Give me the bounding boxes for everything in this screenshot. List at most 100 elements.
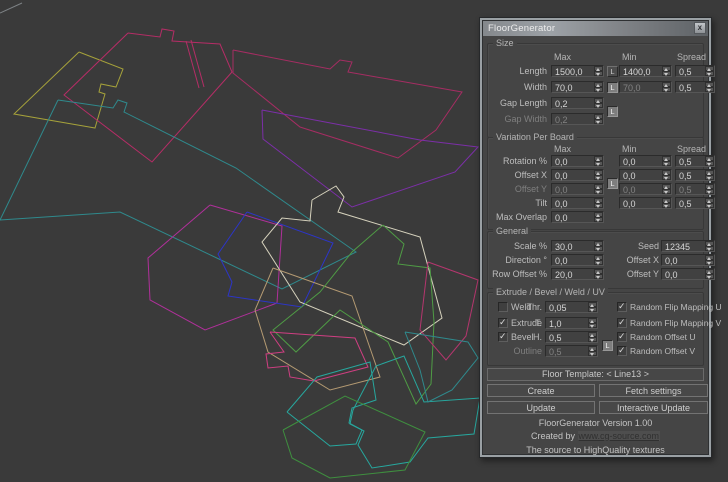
tilt-spread-spinner[interactable]: [705, 198, 714, 208]
update-button[interactable]: Update: [487, 401, 595, 414]
tilt-max-spinner[interactable]: [594, 198, 603, 208]
offset-y-min-field[interactable]: 0,0: [619, 183, 672, 195]
scale-seed-row: Scale % 30,0 Seed 12345: [490, 240, 715, 253]
rotation-min-field[interactable]: 0,0: [619, 155, 672, 167]
scale-field[interactable]: 30,0: [551, 240, 604, 252]
bevel-h-field[interactable]: 0,5: [545, 331, 598, 343]
extrude-t-spinner[interactable]: [588, 318, 597, 328]
spline-wall-a: [185, 40, 200, 89]
direction-value: 0,0: [555, 256, 568, 266]
width-min-value: 70,0: [623, 83, 641, 93]
bevel-h-spinner[interactable]: [588, 332, 597, 342]
length-lock-button[interactable]: L: [607, 66, 618, 77]
offset-x-spread-spinner[interactable]: [705, 170, 714, 180]
offset-y-min-spinner[interactable]: [662, 184, 671, 194]
length-min-field[interactable]: 1400,0: [619, 65, 672, 77]
length-max-spinner[interactable]: [594, 66, 603, 76]
tilt-min-field[interactable]: 0,0: [619, 197, 672, 209]
width-max-spinner[interactable]: [594, 82, 603, 92]
bevel-checkbox[interactable]: ✓: [498, 331, 508, 342]
seed-spinner[interactable]: [705, 241, 714, 251]
rotation-max-spinner[interactable]: [594, 156, 603, 166]
gap-width-spinner[interactable]: [594, 114, 603, 124]
close-icon[interactable]: x: [694, 22, 706, 34]
interactive-update-button[interactable]: Interactive Update: [599, 401, 708, 414]
general-offset-y-spinner[interactable]: [705, 269, 714, 279]
offset-x-min-field[interactable]: 0,0: [619, 169, 672, 181]
width-spread-field[interactable]: 0,5: [675, 81, 715, 93]
weld-threshold-spinner[interactable]: [588, 302, 597, 312]
bevel-h-label: H.: [533, 332, 542, 342]
general-offset-x-field[interactable]: 0,0: [661, 254, 715, 266]
random-flip-v-checkbox[interactable]: ✓: [617, 317, 627, 328]
width-max-field[interactable]: 70,0: [551, 81, 604, 93]
width-lock-button[interactable]: L: [607, 82, 618, 93]
length-spread-field[interactable]: 0,5: [675, 65, 715, 77]
general-offset-y-field[interactable]: 0,0: [661, 268, 715, 280]
offset-y-spread-field[interactable]: 0,5: [675, 183, 715, 195]
gap-length-value: 0,2: [555, 99, 568, 109]
seed-field[interactable]: 12345: [661, 240, 715, 252]
extrude-t-field[interactable]: 1,0: [545, 317, 598, 329]
rotation-row: Rotation % 0,0 0,0 0,5: [490, 155, 715, 168]
weld-checkbox[interactable]: [498, 302, 508, 312]
tilt-spread-field[interactable]: 0,5: [675, 197, 715, 209]
extrude-t-value: 1,0: [549, 319, 562, 329]
length-min-spinner[interactable]: [662, 66, 671, 76]
rotation-max-field[interactable]: 0,0: [551, 155, 604, 167]
random-offset-v-label: Random Offset V: [630, 346, 696, 356]
gap-length-field[interactable]: 0,2: [551, 97, 604, 109]
offset-y-max-field[interactable]: 0,0: [551, 183, 604, 195]
width-spread-spinner[interactable]: [705, 82, 714, 92]
offset-x-max-spinner[interactable]: [594, 170, 603, 180]
random-offset-v-checkbox[interactable]: ✓: [617, 345, 627, 356]
weld-threshold-field[interactable]: 0,05: [545, 301, 598, 313]
random-offset-u-checkmark: ✓: [618, 331, 626, 341]
length-row: Length 1500,0 L 1400,0 0,5: [490, 65, 715, 78]
offset-x-spread-field[interactable]: 0,5: [675, 169, 715, 181]
random-offset-u-checkbox[interactable]: ✓: [617, 331, 627, 342]
bevel-checkmark: ✓: [499, 331, 507, 341]
fetch-settings-button[interactable]: Fetch settings: [599, 384, 708, 397]
rowoffset-offsety-row: Row Offset % 20,0 Offset Y 0,0: [490, 268, 715, 281]
offset-x-max-field[interactable]: 0,0: [551, 169, 604, 181]
tilt-max-field[interactable]: 0,0: [551, 197, 604, 209]
general-offset-x-spinner[interactable]: [705, 255, 714, 265]
width-min-field[interactable]: 70,0: [619, 81, 672, 93]
rotation-spread-spinner[interactable]: [705, 156, 714, 166]
cg-source-link[interactable]: www.cg-source.com: [577, 431, 661, 441]
length-spread-spinner[interactable]: [705, 66, 714, 76]
general-group: General Scale % 30,0 Seed 12345 Directio…: [487, 226, 715, 289]
rotation-spread-value: 0,5: [679, 157, 692, 167]
max-overlap-spinner[interactable]: [594, 212, 603, 222]
width-min-spinner[interactable]: [662, 82, 671, 92]
rotation-min-spinner[interactable]: [662, 156, 671, 166]
dialog-titlebar[interactable]: FloorGenerator x: [483, 21, 708, 36]
floor-template-bar[interactable]: Floor Template: < Line13 >: [487, 368, 704, 381]
outline-field[interactable]: 0,5: [545, 345, 598, 357]
max-overlap-label: Max Overlap: [495, 212, 547, 222]
row-offset-field[interactable]: 20,0: [551, 268, 604, 280]
extrude-checkbox[interactable]: ✓: [498, 317, 508, 328]
size-group-caption: Size: [493, 38, 517, 48]
outline-spinner[interactable]: [588, 346, 597, 356]
gap-width-field[interactable]: 0,2: [551, 113, 604, 125]
tilt-row: Tilt 0,0 0,0 0,5: [490, 197, 715, 210]
offset-x-min-spinner[interactable]: [662, 170, 671, 180]
max-overlap-field[interactable]: 0,0: [551, 211, 604, 223]
create-button[interactable]: Create: [487, 384, 595, 397]
random-flip-u-checkbox[interactable]: ✓: [617, 301, 627, 312]
gap-length-spinner[interactable]: [594, 98, 603, 108]
rotation-spread-field[interactable]: 0,5: [675, 155, 715, 167]
offset-y-spread-spinner[interactable]: [705, 184, 714, 194]
tilt-min-spinner[interactable]: [662, 198, 671, 208]
offset-y-label: Offset Y: [514, 184, 547, 194]
offset-x-row: Offset X 0,0 0,0 0,5 L: [490, 169, 715, 189]
gap-width-row: Gap Width 0,2: [490, 113, 701, 126]
general-group-caption: General: [493, 226, 532, 236]
length-max-field[interactable]: 1500,0: [551, 65, 604, 77]
offset-y-max-spinner[interactable]: [594, 184, 603, 194]
direction-field[interactable]: 0,0: [551, 254, 604, 266]
offset-x-spread-value: 0,5: [679, 171, 692, 181]
floorgenerator-window: FloorGenerator x Size Max Min Spread Len…: [479, 17, 722, 458]
